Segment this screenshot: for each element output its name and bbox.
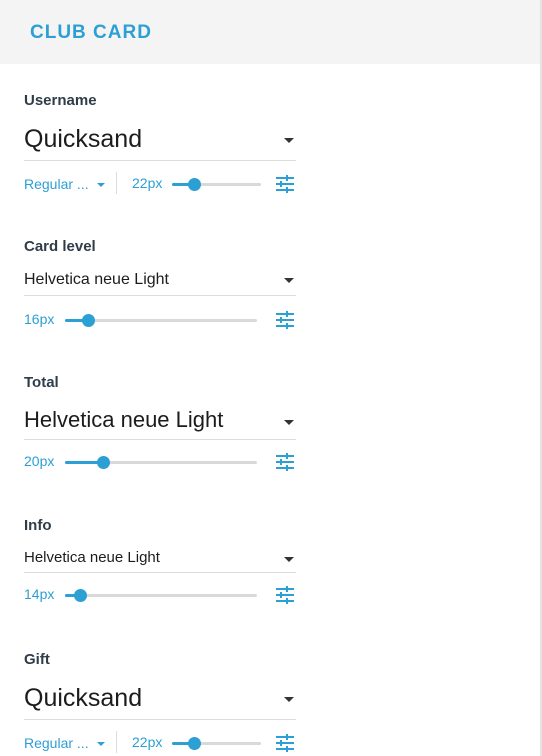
size-slider[interactable]: [172, 178, 261, 191]
slider-handle[interactable]: [188, 737, 202, 750]
settings-panel: CLUB CARD Username Quicksand Regular ...…: [0, 0, 542, 756]
font-controls: 16px: [24, 310, 296, 330]
slider-handle[interactable]: [82, 314, 96, 327]
font-controls: 20px: [24, 452, 296, 472]
weight-select[interactable]: Regular ...: [24, 176, 105, 192]
slider-handle[interactable]: [74, 589, 88, 602]
size-value: 20px: [24, 453, 55, 469]
weight-value: Regular ...: [24, 735, 89, 751]
chevron-down-icon: [284, 420, 294, 425]
font-controls: Regular ... 22px: [24, 172, 296, 194]
size-slider[interactable]: [172, 737, 261, 750]
chevron-down-icon: [284, 278, 294, 283]
font-controls: Regular ... 22px: [24, 731, 296, 753]
divider: [116, 731, 117, 753]
card-level-section: Card level Helvetica neue Light 16px: [24, 238, 296, 338]
font-value: Helvetica neue Light: [24, 407, 224, 432]
weight-value: Regular ...: [24, 176, 89, 192]
font-select[interactable]: Helvetica neue Light: [24, 266, 296, 296]
size-slider[interactable]: [65, 589, 257, 602]
chevron-down-icon: [96, 742, 105, 747]
size-value: 22px: [132, 175, 163, 191]
tune-icon[interactable]: [275, 452, 295, 472]
chevron-down-icon: [284, 557, 294, 562]
field-label: Card level: [24, 238, 96, 255]
total-section: Total Helvetica neue Light 20px: [24, 374, 296, 474]
font-value: Helvetica neue Light: [24, 271, 169, 288]
font-select[interactable]: Quicksand: [24, 118, 296, 161]
tune-icon[interactable]: [275, 310, 295, 330]
tune-icon[interactable]: [275, 733, 295, 753]
chevron-down-icon: [96, 183, 105, 188]
size-value: 16px: [24, 311, 55, 327]
size-slider[interactable]: [65, 456, 257, 469]
font-select[interactable]: Helvetica neue Light: [24, 545, 296, 573]
font-value: Quicksand: [24, 684, 143, 712]
info-section: Info Helvetica neue Light 14px: [24, 517, 296, 617]
username-section: Username Quicksand Regular ... 22px: [24, 92, 296, 202]
gift-section: Gift Quicksand Regular ... 22px: [24, 651, 296, 756]
font-select[interactable]: Helvetica neue Light: [24, 400, 296, 440]
slider-handle[interactable]: [188, 178, 202, 191]
slider-handle[interactable]: [97, 456, 111, 469]
size-value: 22px: [132, 734, 163, 750]
panel-title: CLUB CARD: [30, 22, 152, 43]
field-label: Gift: [24, 651, 50, 668]
field-label: Total: [24, 374, 59, 391]
chevron-down-icon: [284, 138, 294, 143]
field-label: Username: [24, 92, 97, 109]
font-controls: 14px: [24, 585, 296, 605]
field-label: Info: [24, 517, 52, 534]
weight-select[interactable]: Regular ...: [24, 735, 105, 751]
size-slider[interactable]: [65, 314, 257, 327]
tune-icon[interactable]: [275, 585, 295, 605]
font-value: Helvetica neue Light: [24, 549, 160, 566]
font-select[interactable]: Quicksand: [24, 677, 296, 720]
chevron-down-icon: [284, 697, 294, 702]
divider: [116, 172, 117, 194]
font-value: Quicksand: [24, 125, 143, 153]
panel-header: CLUB CARD: [0, 0, 540, 64]
tune-icon[interactable]: [275, 174, 295, 194]
size-value: 14px: [24, 586, 55, 602]
